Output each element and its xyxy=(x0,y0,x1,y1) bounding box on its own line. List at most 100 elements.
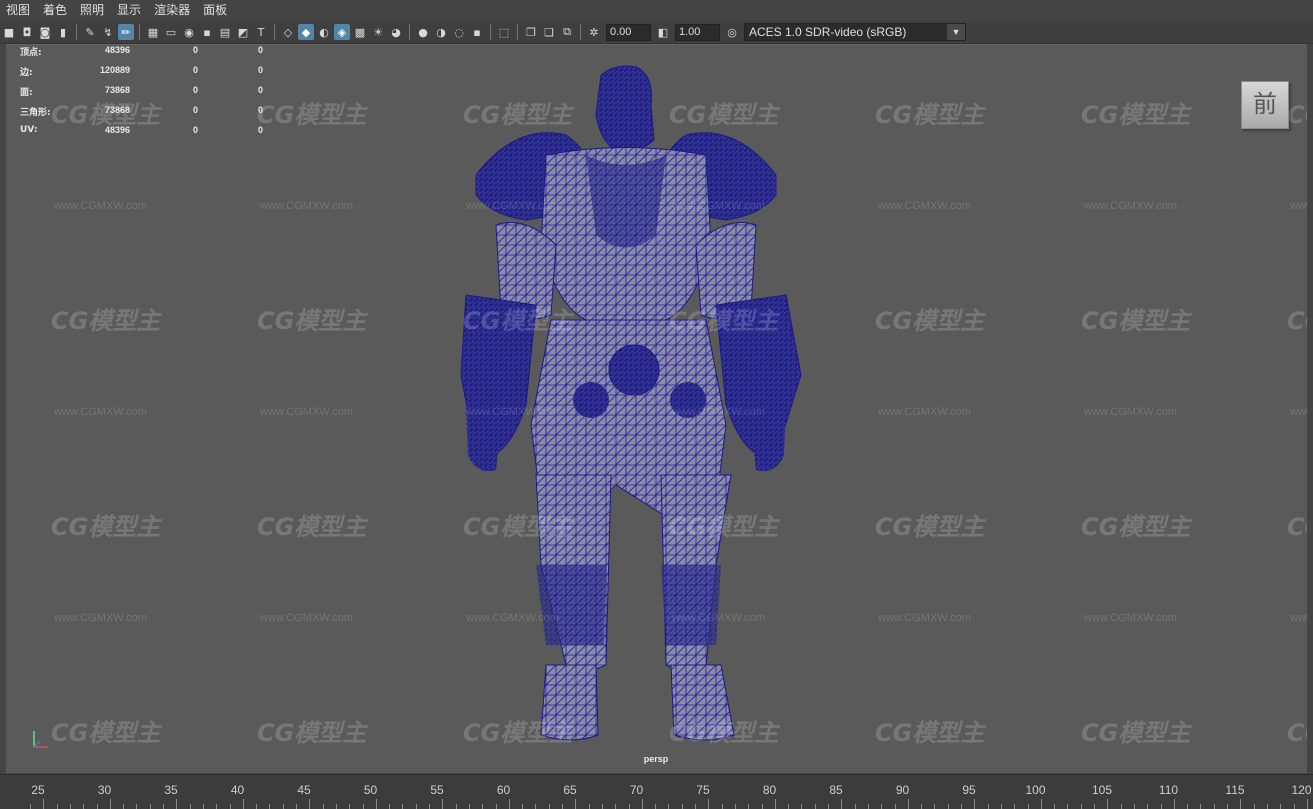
timeline-tick-label: 65 xyxy=(563,783,577,797)
grid-icon[interactable]: ▦ xyxy=(145,24,161,40)
textured-icon[interactable]: ▩ xyxy=(352,24,368,40)
timeline-tick xyxy=(322,804,324,809)
menu-shading[interactable]: 着色 xyxy=(37,0,74,21)
watermark-logo: CG模型主 xyxy=(669,101,779,129)
timeline-tick xyxy=(695,804,696,809)
timeline-tick xyxy=(202,804,204,809)
hud-row: 三角形: 73868 0 0 xyxy=(20,105,280,125)
safe-title-icon[interactable]: T xyxy=(253,24,269,40)
watermark-logo: CG模型主 xyxy=(257,719,367,747)
watermark-logo: CG模型主 xyxy=(669,513,779,541)
timeline-tick xyxy=(96,804,98,809)
gate-mask-icon[interactable]: ▪ xyxy=(199,24,215,40)
camera-attr-icon[interactable]: ◘ xyxy=(19,24,35,40)
watermark-url: www.CGMXW.com xyxy=(1290,200,1307,212)
watermark-url: www.CGMXW.com xyxy=(54,612,147,624)
hud-v1: 48396 xyxy=(104,45,130,55)
watermark-logo: CG模型主 xyxy=(463,513,573,541)
gamma-field[interactable]: 1.00 xyxy=(675,23,720,41)
watermark-logo: CG模型主 xyxy=(669,307,779,335)
bookmark-icon[interactable]: ◙ xyxy=(37,24,53,40)
timeline-tick xyxy=(668,804,670,809)
timeline-tick-label: 25 xyxy=(31,783,45,797)
safe-action-icon[interactable]: ◩ xyxy=(235,24,251,40)
menu-panels[interactable]: 面板 xyxy=(197,0,234,21)
view-cube[interactable]: 前 xyxy=(1241,81,1289,129)
xray-components-icon[interactable]: ⧉ xyxy=(559,24,575,40)
color-space-dropdown[interactable]: ACES 1.0 SDR-video (sRGB) ▼ xyxy=(744,23,966,41)
watermark-url: www.CGMXW.com xyxy=(54,406,147,418)
menu-renderer[interactable]: 渲染器 xyxy=(148,0,197,21)
anti-alias-icon[interactable]: ◌ xyxy=(451,24,467,40)
wireframe-on-shaded-icon[interactable]: ◈ xyxy=(334,24,350,40)
watermark-url: www.CGMXW.com xyxy=(672,406,765,418)
hud-label: 顶点: xyxy=(20,48,42,58)
watermark-logo: CG模型主 xyxy=(1081,307,1191,335)
watermark-url: www.CGMXW.com xyxy=(260,612,353,624)
timeline-tick xyxy=(455,804,457,809)
timeline-tick xyxy=(894,804,896,809)
watermark-url: www.CGMXW.com xyxy=(466,612,559,624)
flat-shade-icon[interactable]: ◐ xyxy=(316,24,332,40)
camera-icon[interactable]: ■ xyxy=(1,24,17,40)
isolate-icon[interactable]: ⬚ xyxy=(496,24,512,40)
timeline-tick xyxy=(1187,804,1189,809)
watermark-logo: CG模型主 xyxy=(1287,101,1307,129)
menu-lighting[interactable]: 照明 xyxy=(74,0,111,21)
ambient-occlusion-icon[interactable]: ● xyxy=(415,24,431,40)
pan-zoom-icon[interactable]: ↯ xyxy=(100,24,116,40)
timeline-tick xyxy=(415,804,417,809)
watermark-logo: CG模型主 xyxy=(463,101,573,129)
timeline-tick xyxy=(628,804,630,809)
timeline-tick-label: 120 xyxy=(1291,783,1312,797)
hud-label: 面: xyxy=(20,88,33,98)
timeline-tick xyxy=(934,804,936,809)
hud-v3: 0 xyxy=(258,45,264,55)
xray-joints-icon[interactable]: ❏ xyxy=(541,24,557,40)
image-plane-icon[interactable]: ▮ xyxy=(55,24,71,40)
hud-v1: 73868 xyxy=(104,85,130,95)
field-chart-icon[interactable]: ▤ xyxy=(217,24,233,40)
motion-blur-icon[interactable]: ◑ xyxy=(433,24,449,40)
timeline-tick-label: 30 xyxy=(97,783,112,797)
timeline-tick-label: 60 xyxy=(496,783,511,797)
watermark-url: www.CGMXW.com xyxy=(878,612,971,624)
timeline-tick xyxy=(349,804,351,809)
timeline-tick xyxy=(1213,804,1215,809)
watermark-url: www.CGMXW.com xyxy=(1290,406,1307,418)
hud-label: 边: xyxy=(20,68,33,78)
toolbar-divider xyxy=(409,24,410,40)
watermark-logo: CG模型主 xyxy=(51,307,161,335)
grease-pencil-icon[interactable]: ✏ xyxy=(118,24,134,40)
colorspace-icon[interactable]: ◎ xyxy=(724,24,740,40)
menu-view[interactable]: 视图 xyxy=(0,0,37,21)
timeline-tick xyxy=(801,804,803,809)
timeline-tick-label: 75 xyxy=(696,783,710,797)
watermark-logo: CG模型主 xyxy=(1287,513,1307,541)
watermark-logo: CG模型主 xyxy=(1081,719,1191,747)
timeline-tick-label: 100 xyxy=(1025,783,1046,797)
toolbar-divider xyxy=(139,24,140,40)
lighting-icon[interactable]: ☀ xyxy=(370,24,386,40)
xray-icon[interactable]: ❐ xyxy=(523,24,539,40)
3d-viewport[interactable]: CG模型主 CG模型主 CG模型主 CG模型主 CG模型主 CG模型主 CG模型主 CG模型主… xyxy=(6,44,1307,773)
time-slider[interactable]: 25 30 35 40 45 50 55 60 65 70 75 80 85 90 95 100 105 110 1… xyxy=(0,774,1313,809)
heads-up-display: 顶点: 48396 0 0 边: 120889 0 0 面: 73868 0 0 三角形: 73868 0 0… xyxy=(20,45,280,145)
wireframe-icon[interactable]: ◇ xyxy=(280,24,296,40)
exposure-field[interactable]: 0.00 xyxy=(606,23,651,41)
watermark-url: www.CGMXW.com xyxy=(672,612,765,624)
depth-of-field-icon[interactable]: ▪ xyxy=(469,24,485,40)
watermark-logo: CG模型主 xyxy=(1287,719,1307,747)
menu-bar: 视图 着色 照明 显示 渲染器 面板 xyxy=(0,0,1313,21)
timeline-tick-label: 115 xyxy=(1225,783,1245,797)
select-camera-icon[interactable]: ✎ xyxy=(82,24,98,40)
smooth-shade-icon[interactable]: ◆ xyxy=(298,24,314,40)
resolution-gate-icon[interactable]: ◉ xyxy=(181,24,197,40)
hud-row: UV: 48396 0 0 xyxy=(20,125,280,145)
film-gate-icon[interactable]: ▭ xyxy=(163,24,179,40)
gamma-icon[interactable]: ◧ xyxy=(655,24,671,40)
timeline-tick xyxy=(282,804,284,809)
menu-show[interactable]: 显示 xyxy=(111,0,148,21)
exposure-icon[interactable]: ✲ xyxy=(586,24,602,40)
shadows-icon[interactable]: ◕ xyxy=(388,24,404,40)
